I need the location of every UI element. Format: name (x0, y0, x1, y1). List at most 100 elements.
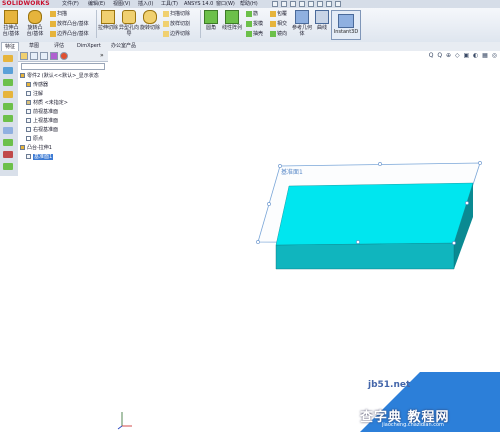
dimxpert-manager-tab-icon[interactable] (50, 52, 58, 60)
plane-handle[interactable] (278, 164, 282, 168)
intersect-button[interactable]: 相交 (270, 20, 287, 28)
revolve-boss-button[interactable]: 旋转凸台/基体 (25, 10, 45, 37)
feature-tree-tab-icon[interactable] (20, 52, 28, 60)
menu-help[interactable]: 帮助(H) (240, 0, 258, 8)
new-doc-icon[interactable] (272, 1, 278, 7)
block-top-face[interactable] (275, 182, 474, 246)
home-icon[interactable] (3, 55, 13, 62)
shell-icon (246, 30, 252, 37)
select-icon[interactable] (317, 1, 323, 7)
wrap-icon (270, 10, 276, 17)
open-icon[interactable] (281, 1, 287, 7)
curves-button[interactable]: 曲线 (312, 10, 332, 31)
boundary-boss-button[interactable]: 边界凸台/基体 (50, 30, 89, 38)
tree-item-boss-extrude[interactable]: 凸台-拉伸1 (20, 145, 52, 152)
loft-cut-icon (163, 20, 169, 27)
tab-office-products[interactable]: 办公室产品 (108, 42, 139, 51)
tab-sketch[interactable]: 草图 (26, 42, 42, 51)
hole-wizard-button[interactable]: 异型孔向导 (119, 10, 139, 37)
view-palette-icon[interactable] (3, 103, 13, 110)
fillet-button[interactable]: 圆角 (201, 10, 221, 31)
wrap-button[interactable]: 包覆 (270, 10, 287, 18)
dimxpert-icon[interactable] (3, 139, 13, 146)
print-icon[interactable] (299, 1, 305, 7)
menu-edit[interactable]: 编辑(E) (88, 0, 105, 8)
plane-icon (26, 127, 31, 132)
menu-insert[interactable]: 插入(I) (138, 0, 153, 8)
loft-icon (50, 20, 56, 27)
mirror-button[interactable]: 镜向 (270, 30, 287, 38)
save-icon[interactable] (290, 1, 296, 7)
plane-handle[interactable] (356, 240, 360, 244)
reference-geometry-button[interactable]: 参考几何体 (292, 10, 312, 37)
mirror-icon (270, 30, 276, 37)
revolve-cut-icon (143, 10, 157, 24)
linear-pattern-icon (225, 10, 239, 24)
sketch-icon[interactable] (3, 151, 13, 158)
tab-dimxpert[interactable]: DimXpert (74, 42, 104, 51)
plane-label: 基准面1 (281, 168, 303, 176)
property-manager-tab-icon[interactable] (30, 52, 38, 60)
custom-properties-icon[interactable] (3, 127, 13, 134)
feature-manager-panel: » 零件2 (默认<<默认>_显示状态 传感器 注解 材质 <未指定> 前视基准… (18, 51, 109, 432)
menu-tools[interactable]: 工具(T) (161, 0, 178, 8)
menu-file[interactable]: 文件(F) (62, 0, 79, 8)
search-icon[interactable] (3, 91, 13, 98)
app-logo: SOLIDWORKS (2, 0, 50, 7)
tree-item-right-plane[interactable]: 右视基准面 (26, 127, 58, 134)
draft-button[interactable]: 拔模 (246, 20, 263, 28)
configuration-manager-tab-icon[interactable] (40, 52, 48, 60)
plane-handle[interactable] (452, 241, 456, 245)
material-icon (26, 100, 31, 105)
tree-item-annotations[interactable]: 注解 (26, 91, 43, 98)
block-front-face[interactable] (275, 242, 455, 270)
extrude-cut-button[interactable]: 拉伸切除 (98, 10, 118, 31)
expand-chevron-icon[interactable]: » (100, 52, 104, 59)
plane-handle[interactable] (478, 161, 482, 165)
linear-pattern-button[interactable]: 线性阵列 (222, 10, 242, 31)
extrude-boss-icon (4, 10, 18, 24)
plane-icon (26, 109, 31, 114)
file-explorer-icon[interactable] (3, 79, 13, 86)
menu-ansys[interactable]: ANSYS 14.0 (184, 0, 213, 8)
rebuild-icon[interactable] (326, 1, 332, 7)
intersect-icon (270, 20, 276, 27)
sweep-cut-icon (163, 10, 169, 17)
boundary-cut-button[interactable]: 边界切除 (163, 30, 190, 38)
tree-item-sensors[interactable]: 传感器 (26, 82, 48, 89)
tree-item-front-plane[interactable]: 前视基准面 (26, 109, 58, 116)
options-icon[interactable] (335, 1, 341, 7)
plane-icon (26, 118, 31, 123)
plane-handle[interactable] (378, 162, 382, 166)
boundary-cut-icon (163, 30, 169, 37)
appearances-icon[interactable] (3, 115, 13, 122)
boundary-boss-icon (50, 30, 56, 37)
plane-handle[interactable] (267, 202, 271, 206)
menu-view[interactable]: 视图(V) (113, 0, 130, 8)
menu-window[interactable]: 窗口(W) (216, 0, 235, 8)
instant3d-button[interactable]: Instant3D (331, 10, 361, 40)
sweep-button[interactable]: 扫描 (50, 10, 67, 18)
tab-evaluate[interactable]: 评估 (51, 42, 67, 51)
display-manager-tab-icon[interactable] (60, 52, 68, 60)
check-icon[interactable] (3, 163, 13, 170)
annotation-icon (26, 91, 31, 96)
revolve-cut-button[interactable]: 旋转切除 (140, 10, 160, 31)
tree-item-plane1[interactable]: 基准面1 (26, 154, 54, 161)
undo-icon[interactable] (308, 1, 314, 7)
sweep-cut-button[interactable]: 扫描切除 (163, 10, 190, 18)
tree-item-origin[interactable]: 原点 (26, 136, 43, 143)
feature-tree-filter-input[interactable] (21, 63, 105, 70)
design-library-icon[interactable] (3, 67, 13, 74)
plane-handle[interactable] (465, 201, 469, 205)
plane-handle[interactable] (256, 240, 260, 244)
rib-button[interactable]: 筋 (246, 10, 258, 18)
shell-button[interactable]: 抽壳 (246, 30, 263, 38)
tree-item-material[interactable]: 材质 <未指定> (26, 100, 68, 107)
loft-button[interactable]: 放样凸台/基体 (50, 20, 89, 28)
tree-item-top-plane[interactable]: 上视基准面 (26, 118, 58, 125)
tree-root-part[interactable]: 零件2 (默认<<默认>_显示状态 (20, 73, 99, 80)
reference-geometry-icon (295, 10, 309, 24)
extrude-boss-button[interactable]: 拉伸凸台/基体 (1, 10, 21, 37)
loft-cut-button[interactable]: 放样切割 (163, 20, 190, 28)
